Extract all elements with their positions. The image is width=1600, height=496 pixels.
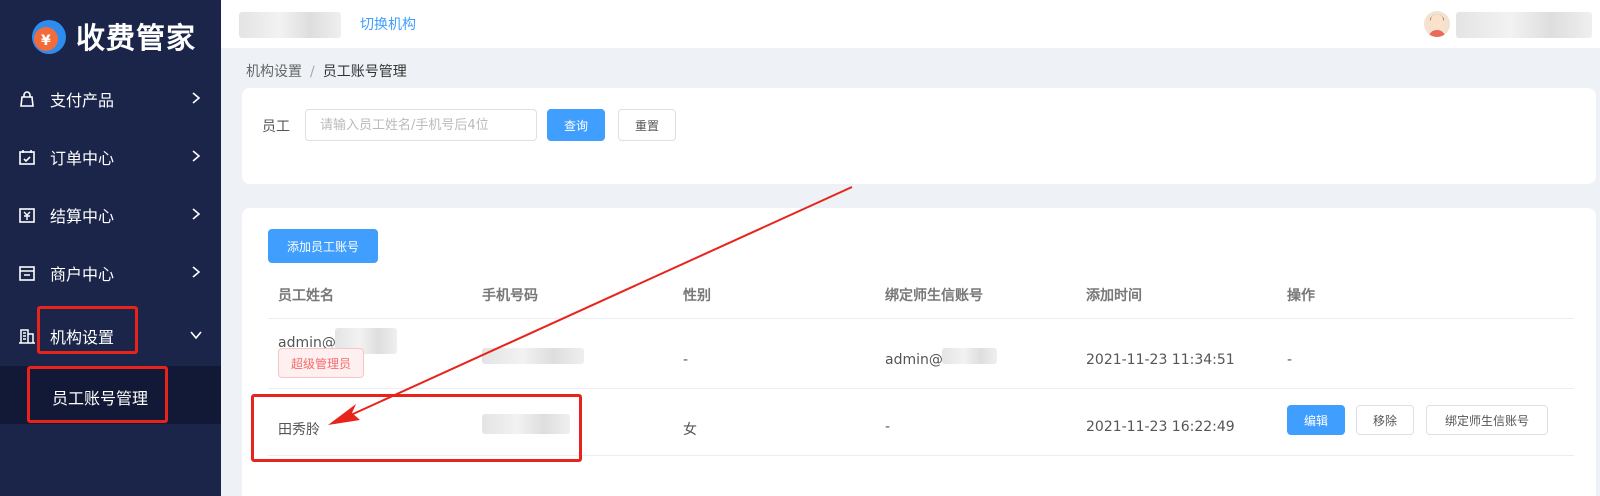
table-header-divider [268,318,1574,319]
top-header: 切换机构 [221,0,1600,48]
remove-button[interactable]: 移除 [1356,405,1414,435]
chevron-down-icon [190,331,202,340]
sidebar-item-org-settings[interactable]: 机构设置 [0,308,221,364]
column-header-bound-account: 绑定师生信账号 [885,288,983,304]
breadcrumb-parent[interactable]: 机构设置 [246,64,302,80]
super-admin-badge: 超级管理员 [278,348,364,378]
order-icon [19,150,35,165]
switch-org-link[interactable]: 切换机构 [360,14,416,34]
column-header-gender: 性别 [683,288,711,304]
add-staff-account-button[interactable]: 添加员工账号 [268,229,378,263]
sidebar: ¥ 收费管家 支付产品 订单中心 结算中心 商户中心 机构设置 员工账号管理 [0,0,221,496]
sidebar-item-label: 支付产品 [50,91,115,110]
sidebar-item-payment-products[interactable]: 支付产品 [0,71,221,127]
chevron-right-icon [192,150,201,162]
row-divider [268,455,1574,456]
breadcrumb: 机构设置 / 员工账号管理 [246,61,407,81]
reset-button[interactable]: 重置 [618,109,676,141]
row-divider [268,388,1574,389]
sidebar-subitem-label: 员工账号管理 [52,389,149,408]
bound-account-cell: admin@ [885,352,943,368]
app-title: 收费管家 [76,21,197,55]
sidebar-item-label: 结算中心 [50,207,115,226]
chevron-right-icon [192,92,201,104]
column-header-phone: 手机号码 [482,288,538,304]
bound-account-redacted [942,348,997,364]
breadcrumb-current: 员工账号管理 [322,64,407,80]
app-logo: ¥ 收费管家 [30,14,196,58]
chevron-right-icon [192,266,201,278]
staff-search-input[interactable] [305,109,537,141]
settlement-icon [19,208,35,223]
edit-button[interactable]: 编辑 [1287,405,1345,435]
gender-cell: - [683,352,689,368]
staff-name-cell: 田秀朎 [278,422,320,438]
sidebar-item-settlement-center[interactable]: 结算中心 [0,187,221,243]
phone-redacted [482,348,584,364]
bind-account-button[interactable]: 绑定师生信账号 [1426,405,1548,435]
chevron-right-icon [192,208,201,220]
added-time-cell: 2021-11-23 16:22:49 [1086,419,1235,435]
bound-account-cell: - [885,419,891,435]
search-card: 员工 查询 重置 [242,88,1596,184]
breadcrumb-separator: / [310,64,315,80]
store-icon [19,266,35,281]
staff-label: 员工 [262,119,290,135]
sidebar-item-order-center[interactable]: 订单中心 [0,129,221,185]
building-icon [19,329,35,344]
sidebar-item-merchant-center[interactable]: 商户中心 [0,245,221,301]
sidebar-item-label: 机构设置 [50,328,115,347]
added-time-cell: 2021-11-23 11:34:51 [1086,352,1235,368]
sidebar-item-label: 订单中心 [50,149,115,168]
gender-cell: 女 [683,422,697,438]
svg-text:¥: ¥ [41,33,51,49]
sidebar-item-label: 商户中心 [50,265,115,284]
actions-cell: - [1287,352,1293,368]
user-name-redacted [1456,12,1592,38]
bag-icon [20,91,34,107]
avatar[interactable] [1424,11,1450,37]
logo-icon: ¥ [30,16,70,56]
org-name-redacted [239,12,341,38]
column-header-actions: 操作 [1287,288,1315,304]
staff-table-card: 添加员工账号 员工姓名 手机号码 性别 绑定师生信账号 添加时间 操作 admi… [242,208,1596,496]
query-button[interactable]: 查询 [547,109,605,141]
column-header-name: 员工姓名 [278,288,334,304]
column-header-added-time: 添加时间 [1086,288,1142,304]
sidebar-subitem-staff-accounts[interactable]: 员工账号管理 [0,366,221,424]
phone-redacted [482,414,570,434]
